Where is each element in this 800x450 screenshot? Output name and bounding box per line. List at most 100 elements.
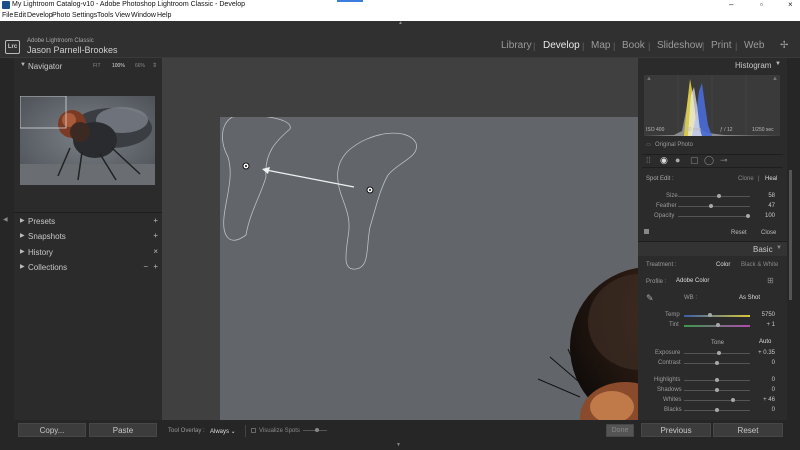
crop-tool-icon[interactable]: ⁞⁞ [646, 156, 650, 165]
menu-develop[interactable]: Develop [27, 12, 53, 19]
exposure-slider-thumb[interactable] [717, 351, 721, 355]
profile-dropdown[interactable]: Adobe Color [676, 278, 709, 284]
treatment-bw[interactable]: Black & White [741, 262, 778, 268]
navigator-preview[interactable] [20, 96, 155, 185]
minimize-icon[interactable]: – [729, 0, 733, 9]
exposure-value[interactable]: + 0.35 [745, 350, 775, 356]
opacity-value[interactable]: 100 [745, 213, 775, 219]
module-library[interactable]: Library [501, 40, 532, 51]
module-slideshow[interactable]: Slideshow [657, 40, 703, 51]
bottom-panel-toggle-icon[interactable]: ▼ [396, 442, 401, 448]
treatment-color[interactable]: Color [716, 262, 730, 268]
menu-file[interactable]: File [2, 12, 13, 19]
shadows-slider-thumb[interactable] [715, 388, 719, 392]
module-develop[interactable]: Develop [543, 40, 580, 51]
graduated-filter-icon[interactable]: ▢ [690, 155, 699, 166]
reset-button[interactable]: Reset [713, 423, 783, 437]
maximize-icon[interactable]: ▫ [760, 0, 763, 9]
snapshots-header[interactable]: ▶ Snapshots + [14, 230, 162, 244]
presets-header[interactable]: ▶ Presets + [14, 215, 162, 229]
highlights-slider-thumb[interactable] [715, 378, 719, 382]
module-web[interactable]: Web [744, 40, 764, 51]
size-slider[interactable] [678, 196, 750, 197]
radial-filter-icon[interactable]: ◯ [704, 155, 714, 166]
previous-button[interactable]: Previous [641, 423, 711, 437]
navigator-header[interactable]: ▼ Navigator FIT 100% 66% ⇕ [14, 60, 162, 74]
whites-slider[interactable] [684, 400, 750, 401]
highlight-clipping-icon[interactable]: ▲ [772, 76, 778, 82]
module-map[interactable]: Map [591, 40, 610, 51]
menu-edit[interactable]: Edit [14, 12, 26, 19]
collapse-triangle-icon[interactable]: ▼ [776, 245, 782, 251]
tint-value[interactable]: + 1 [745, 322, 775, 328]
spot-close-button[interactable]: Close [761, 230, 776, 236]
clear-history-icon[interactable]: × [153, 247, 158, 256]
left-panel-toggle-icon[interactable]: ◀ [3, 216, 8, 223]
tool-overlay-dropdown[interactable]: Always ⌄ [210, 428, 236, 435]
shadow-clipping-icon[interactable]: ▲ [646, 76, 652, 82]
temp-value[interactable]: 5750 [745, 312, 775, 318]
zoom-more-icon[interactable]: ⇕ [152, 62, 157, 69]
heal-mode[interactable]: Heal [765, 176, 777, 182]
module-print[interactable]: Print [711, 40, 732, 51]
temp-slider-thumb[interactable] [708, 313, 712, 317]
zoom-66[interactable]: 66% [135, 63, 145, 69]
profile-browser-icon[interactable]: ⊞ [767, 276, 774, 285]
feather-slider-thumb[interactable] [709, 204, 713, 208]
copy-settings-button[interactable]: Copy... [18, 423, 86, 437]
visualize-threshold-thumb[interactable] [315, 428, 319, 432]
spot-reset-button[interactable]: Reset [731, 230, 747, 236]
adjustment-brush-icon[interactable]: ⊸ [720, 155, 728, 166]
menu-photo[interactable]: Photo [52, 12, 70, 19]
whites-value[interactable]: + 46 [745, 397, 775, 403]
histogram-title[interactable]: Histogram [735, 61, 771, 70]
mask-toggle-icon[interactable] [644, 229, 649, 234]
shadows-value[interactable]: 0 [745, 387, 775, 393]
collections-header[interactable]: ▶ Collections − + [14, 261, 162, 275]
temp-slider[interactable] [684, 315, 750, 317]
wb-eyedropper-icon[interactable]: ✎ [646, 293, 654, 304]
contrast-slider-thumb[interactable] [715, 361, 719, 365]
add-snapshot-icon[interactable]: + [153, 231, 158, 240]
whites-slider-thumb[interactable] [731, 398, 735, 402]
wb-dropdown[interactable]: As Shot [739, 295, 760, 301]
history-header[interactable]: ▶ History × [14, 246, 162, 260]
feather-slider[interactable] [678, 206, 750, 207]
add-preset-icon[interactable]: + [153, 216, 158, 225]
remove-collection-icon[interactable]: − [143, 262, 148, 271]
visualize-spots-checkbox[interactable] [251, 428, 256, 433]
blacks-slider-thumb[interactable] [715, 408, 719, 412]
exif-iso: ISO 400 [646, 127, 665, 133]
module-more-icon[interactable]: ✢ [780, 40, 788, 51]
top-panel-toggle-icon[interactable]: ▲ [398, 20, 403, 26]
menu-help[interactable]: Help [157, 12, 171, 19]
histogram-graph[interactable]: ▲ ▲ ISO 400 50 mm ƒ / 12 1/250 sec [644, 75, 780, 136]
blacks-value[interactable]: 0 [745, 407, 775, 413]
zoom-100[interactable]: 100% [112, 63, 125, 69]
module-book[interactable]: Book [622, 40, 645, 51]
feather-value[interactable]: 47 [745, 203, 775, 209]
spot-removal-icon[interactable]: ◉ [660, 155, 668, 166]
done-button[interactable]: Done [606, 424, 634, 437]
menu-window[interactable]: Window [131, 12, 156, 19]
size-value[interactable]: 58 [745, 193, 775, 199]
right-panel-scrollbar[interactable] [789, 170, 792, 300]
zoom-fit[interactable]: FIT [93, 63, 101, 69]
menu-settings[interactable]: Settings [72, 12, 97, 19]
opacity-slider[interactable] [678, 216, 750, 217]
paste-settings-button[interactable]: Paste [89, 423, 157, 437]
size-slider-thumb[interactable] [717, 194, 721, 198]
close-icon[interactable]: × [788, 0, 793, 9]
highlights-value[interactable]: 0 [745, 377, 775, 383]
basic-header[interactable]: Basic ▼ [638, 241, 787, 256]
red-eye-icon[interactable]: ● [675, 155, 680, 165]
menu-tools[interactable]: Tools [97, 12, 113, 19]
contrast-value[interactable]: 0 [745, 360, 775, 366]
clone-mode[interactable]: Clone [738, 176, 754, 182]
menu-view[interactable]: View [115, 12, 130, 19]
auto-tone-button[interactable]: Auto [759, 339, 771, 345]
add-collection-icon[interactable]: + [153, 262, 158, 271]
tint-slider-thumb[interactable] [716, 323, 720, 327]
photo-view[interactable] [220, 117, 638, 420]
collapse-triangle-icon[interactable]: ▼ [775, 61, 781, 67]
